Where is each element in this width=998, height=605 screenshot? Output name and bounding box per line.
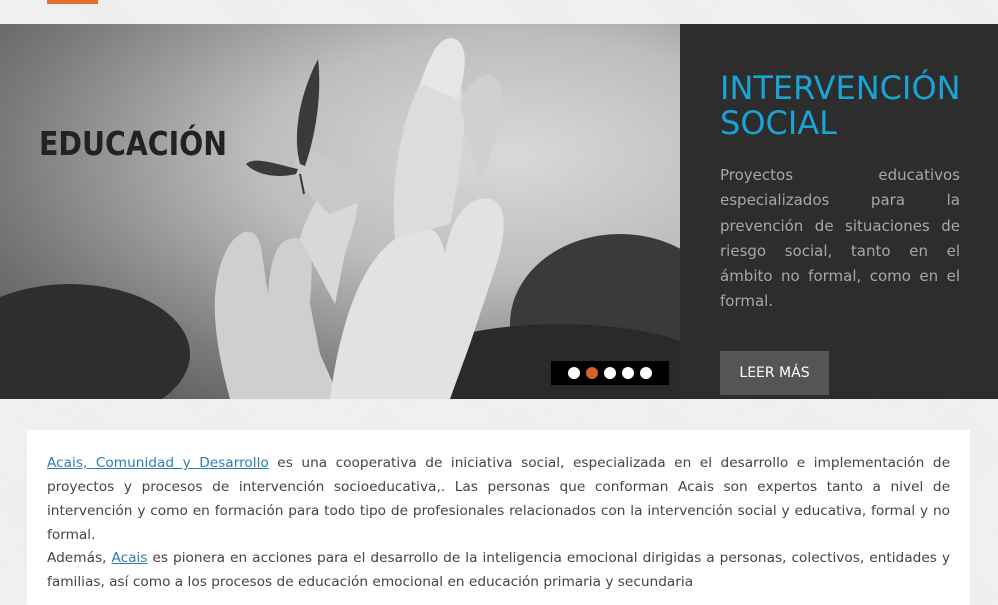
intro-paragraph-2-prefix: Además, bbox=[47, 550, 112, 566]
acais-full-name-link[interactable]: Acais, Comunidad y Desarrollo bbox=[47, 455, 269, 471]
slider-dot-2[interactable] bbox=[586, 367, 598, 379]
slide-caption-panel: INTERVENCIÓN SOCIAL Proyectos educativos… bbox=[680, 24, 998, 399]
slider-dot-1[interactable] bbox=[568, 367, 580, 379]
intro-paragraph-2-text: es pionera en acciones para el desarroll… bbox=[47, 550, 950, 590]
read-more-button[interactable]: LEER MÁS bbox=[720, 351, 829, 395]
slider-dot-4[interactable] bbox=[622, 367, 634, 379]
slider-pagination bbox=[551, 361, 669, 385]
slider-dot-5[interactable] bbox=[640, 367, 652, 379]
slide-image: EDUCACIÓN bbox=[0, 24, 680, 399]
intro-paragraph-1: Acais, Comunidad y Desarrollo es una coo… bbox=[47, 451, 950, 547]
slide-title: INTERVENCIÓN SOCIAL bbox=[720, 69, 961, 142]
intro-paragraph-2: Además, Acais es pionera en acciones par… bbox=[47, 546, 950, 594]
acais-link[interactable]: Acais bbox=[111, 550, 147, 566]
slide-image-caption: EDUCACIÓN bbox=[39, 124, 228, 163]
slide-description: Proyectos educativos especializados para… bbox=[720, 166, 960, 311]
slider-dot-3[interactable] bbox=[604, 367, 616, 379]
hands-butterfly-illustration bbox=[0, 38, 680, 399]
intro-content: Acais, Comunidad y Desarrollo es una coo… bbox=[27, 430, 970, 605]
hero-slider: EDUCACIÓN INTERVENCIÓN SOCIAL Proyectos … bbox=[0, 24, 998, 399]
top-accent-bar bbox=[47, 0, 98, 4]
